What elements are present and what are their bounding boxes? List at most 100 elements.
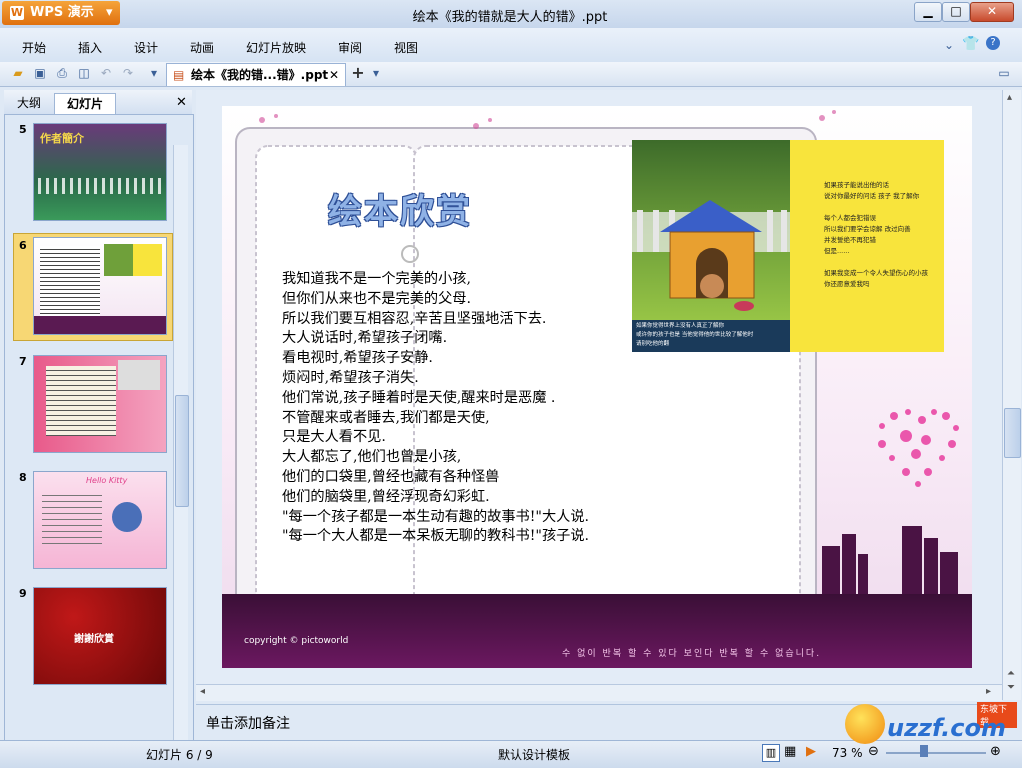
thumbnail-title: 作者簡介 bbox=[40, 132, 84, 145]
print-preview-icon[interactable]: ◫ bbox=[76, 65, 92, 81]
menu-review[interactable]: 审阅 bbox=[338, 39, 362, 56]
slide-thumbnail-9[interactable]: 謝謝欣賞 bbox=[33, 587, 167, 685]
body-line: 看电视时,希望孩子安静. bbox=[282, 350, 433, 367]
picture-text-line: 如果孩子能说出他的话 bbox=[824, 181, 889, 189]
body-line: "每一个孩子都是一本生动有趣的故事书!"大人说. bbox=[282, 508, 590, 525]
ribbon-collapse-icon[interactable]: ⌄ bbox=[944, 38, 954, 52]
zoom-slider[interactable] bbox=[886, 752, 986, 754]
notes-placeholder[interactable]: 单击添加备注 bbox=[206, 713, 290, 733]
customize-toolbar-icon[interactable]: ▾ bbox=[146, 65, 162, 81]
wps-brand-label: WPS 演示 bbox=[30, 5, 94, 20]
tab-slides[interactable]: 幻灯片 bbox=[54, 93, 116, 114]
thumbnail-list: 5 作者簡介 6 7 8 Hello Kitty 9 謝謝欣賞 bbox=[4, 114, 194, 765]
scrollbar-thumb[interactable] bbox=[1004, 408, 1021, 458]
prev-slide-icon[interactable]: ⏶ bbox=[1007, 668, 1015, 679]
layout-toggle-icon[interactable]: ▭ bbox=[996, 65, 1012, 81]
caption-line: 请别吃他的翻 bbox=[636, 341, 670, 347]
body-line: 只是大人看不见. bbox=[282, 429, 386, 446]
redo-icon[interactable]: ↷ bbox=[120, 65, 136, 81]
ppt-file-icon: ▤ bbox=[173, 68, 185, 82]
chevron-down-icon: ▾ bbox=[106, 5, 113, 20]
undo-icon[interactable]: ↶ bbox=[98, 65, 114, 81]
thumbnail-number: 5 bbox=[19, 123, 27, 136]
close-tab-icon[interactable]: ✕ bbox=[329, 64, 339, 86]
scroll-right-icon[interactable]: ▸ bbox=[986, 686, 991, 697]
skin-icon[interactable]: 👕 bbox=[962, 36, 979, 52]
close-pane-icon[interactable]: ✕ bbox=[176, 95, 187, 110]
thumbnail-picture bbox=[104, 244, 162, 276]
window-title: 绘本《我的错就是大人的错》.ppt bbox=[412, 10, 608, 25]
thumbnail-number: 6 bbox=[19, 239, 27, 252]
thumbnail-picture bbox=[112, 502, 142, 532]
picture-text-line: 如果我变成一个令人失望伤心的小孩 bbox=[824, 269, 928, 277]
horizontal-scrollbar[interactable]: ◂ ▸ bbox=[196, 684, 1002, 701]
doghouse-illustration: 如果你觉得世界上没有人真正了解你 或许你的孩子也是 当他觉得他的世比较了解他时 … bbox=[632, 140, 790, 352]
help-icon[interactable]: ? bbox=[986, 36, 1000, 50]
menu-view[interactable]: 视图 bbox=[394, 39, 418, 56]
body-line: 但你们从来也不是完美的父母. bbox=[282, 290, 471, 307]
menu-slideshow[interactable]: 幻灯片放映 bbox=[246, 39, 306, 56]
body-line: 他们的口袋里,曾经也藏有各种怪兽 bbox=[282, 468, 500, 485]
picture-text-line: 并发誓绝不再犯错 bbox=[824, 236, 876, 244]
slide-thumbnail-8[interactable]: Hello Kitty bbox=[33, 471, 167, 569]
body-line: 不管醒来或者睡去,我们都是天使, bbox=[282, 409, 490, 426]
body-line: 我知道我不是一个完美的小孩, bbox=[282, 271, 471, 287]
body-line: 他们的脑袋里,曾经浮现奇幻彩虹. bbox=[282, 488, 490, 505]
close-button[interactable]: ✕ bbox=[970, 2, 1014, 22]
vertical-scrollbar[interactable]: ▴ ⏶ ⏷ bbox=[1002, 90, 1021, 700]
slide-sorter-icon[interactable]: ▦ bbox=[784, 744, 796, 759]
template-name: 默认设计模板 bbox=[498, 748, 571, 762]
slide-thumbnail-6[interactable] bbox=[33, 237, 167, 335]
zoom-level: 73 % bbox=[832, 746, 863, 760]
slideshow-icon[interactable]: ▶ bbox=[806, 744, 816, 759]
normal-view-icon[interactable]: ▥ bbox=[762, 744, 780, 762]
slide-copyright: copyright © pictoworld bbox=[244, 636, 349, 646]
next-slide-icon[interactable]: ⏷ bbox=[1007, 682, 1015, 693]
document-tab-label: 绘本《我的错...错》.ppt bbox=[191, 68, 329, 82]
picture-text-panel: 如果孩子能说出他的话 说对你最好的问话 孩子 我了解你 每个人都会犯错误 所以我… bbox=[790, 140, 944, 352]
picture-text-line: 但是...... bbox=[824, 247, 850, 255]
watermark-logo-icon bbox=[845, 704, 885, 744]
slide-footer-text: 수 없이 반복 할 수 있다 보인다 반복 할 수 없습니다. bbox=[562, 649, 822, 659]
new-tab-icon[interactable]: + bbox=[350, 65, 366, 81]
scrollbar-thumb[interactable] bbox=[175, 395, 189, 507]
body-line: "每一个大人都是一本呆板无聊的教科书!"孩子说. bbox=[282, 528, 590, 545]
menu-design[interactable]: 设计 bbox=[134, 39, 158, 56]
open-folder-icon[interactable]: ▰ bbox=[10, 65, 26, 81]
slide-picture[interactable]: 如果你觉得世界上没有人真正了解你 或许你的孩子也是 当他觉得他的世比较了解他时 … bbox=[632, 140, 944, 352]
minimize-button[interactable]: ▁ bbox=[914, 2, 942, 22]
fence-graphic bbox=[38, 178, 162, 194]
body-line: 大人都忘了,他们也曾是小孩, bbox=[282, 449, 462, 466]
wps-menu-button[interactable]: W WPS 演示 ▾ bbox=[2, 1, 120, 25]
title-bar: W WPS 演示 ▾ 绘本《我的错就是大人的错》.ppt ▁ □ ✕ bbox=[0, 0, 1022, 28]
picture-caption: 如果你觉得世界上没有人真正了解你 或许你的孩子也是 当他觉得他的世比较了解他时 … bbox=[632, 320, 790, 352]
slide-indicator: 幻灯片 6 / 9 bbox=[146, 748, 213, 762]
save-icon[interactable]: ▣ bbox=[32, 65, 48, 81]
menu-insert[interactable]: 插入 bbox=[78, 39, 102, 56]
caption-line: 如果你觉得世界上没有人真正了解你 bbox=[636, 323, 725, 329]
thumbnail-floor bbox=[34, 316, 166, 334]
slides-pane: 大纲 幻灯片 ✕ 5 作者簡介 6 7 8 Hello Kitty 9 謝謝欣賞 bbox=[4, 90, 194, 765]
thumbnail-scrollbar[interactable] bbox=[173, 145, 189, 765]
quick-toolbar: ▰ ▣ ⎙ ◫ ↶ ↷ ▾ ▤ 绘本《我的错...错》.ppt ✕ + ▾ ▭ bbox=[0, 62, 1022, 87]
print-icon[interactable]: ⎙ bbox=[54, 65, 70, 81]
tab-outline[interactable]: 大纲 bbox=[8, 93, 50, 113]
slide-thumbnail-5[interactable]: 作者簡介 bbox=[33, 123, 167, 221]
watermark-text: uzzf.com bbox=[887, 714, 1006, 742]
thumbnail-title: 謝謝欣賞 bbox=[74, 634, 114, 645]
new-tab-dropdown-icon[interactable]: ▾ bbox=[368, 65, 384, 81]
maximize-button[interactable]: □ bbox=[942, 2, 970, 22]
slide-thumbnail-7[interactable] bbox=[33, 355, 167, 453]
document-tab[interactable]: ▤ 绘本《我的错...错》.ppt ✕ bbox=[166, 63, 346, 86]
menu-animation[interactable]: 动画 bbox=[190, 39, 214, 56]
body-line: 大人说话时,希望孩子闭嘴. bbox=[282, 330, 448, 347]
picture-text-line: 所以我们要学会谅解 改过向善 bbox=[824, 225, 911, 233]
site-watermark: 东坡下载 uzzf.com bbox=[845, 700, 1017, 748]
current-slide[interactable]: 绘本欣赏 我知道我不是一个完美的小孩, 但你们从来也不是完美的父母. 所以我们要… bbox=[222, 106, 972, 668]
scroll-left-icon[interactable]: ◂ bbox=[200, 686, 205, 697]
scroll-up-icon[interactable]: ▴ bbox=[1007, 92, 1012, 103]
thumbnail-number: 8 bbox=[19, 471, 27, 484]
menu-home[interactable]: 开始 bbox=[22, 39, 46, 56]
picture-text-line: 你还愿意爱我吗 bbox=[824, 280, 870, 288]
picture-text-line: 说对你最好的问话 孩子 我了解你 bbox=[824, 192, 920, 200]
